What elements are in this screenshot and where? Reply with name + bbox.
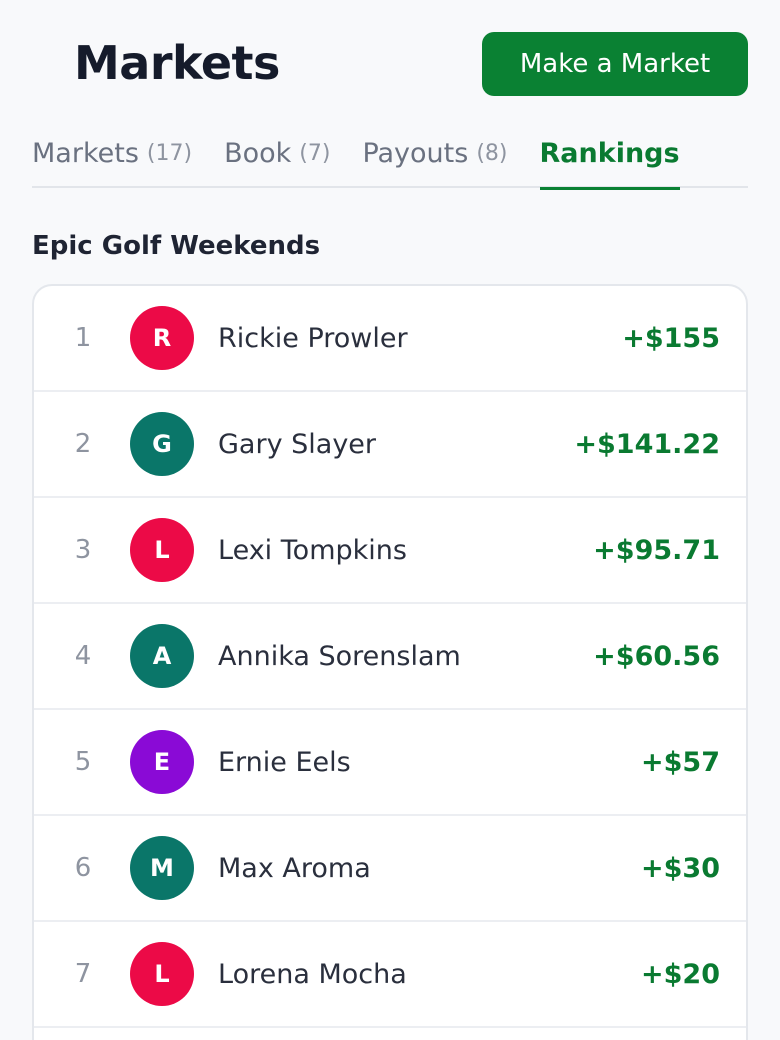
- make-market-button[interactable]: Make a Market: [482, 32, 748, 96]
- payout-amount: +$141.22: [574, 428, 720, 460]
- rank-number: 4: [74, 641, 92, 671]
- page-header: Markets Make a Market: [0, 0, 780, 120]
- ranking-row[interactable]: 3 L Lexi Tompkins +$95.71: [34, 498, 746, 604]
- tab-count: (17): [146, 140, 193, 166]
- rank-number: 1: [74, 323, 92, 353]
- tab-book[interactable]: Book (7): [224, 118, 330, 188]
- avatar: E: [130, 730, 194, 794]
- tab-label: Payouts: [362, 137, 469, 169]
- tab-bar: Markets (17) Book (7) Payouts (8) Rankin…: [32, 118, 748, 190]
- tab-count: (8): [476, 140, 508, 166]
- ranking-row[interactable]: 7 L Lorena Mocha +$20: [34, 922, 746, 1028]
- page-title: Markets: [74, 36, 280, 90]
- avatar: M: [130, 836, 194, 900]
- avatar: R: [130, 306, 194, 370]
- tab-label: Book: [224, 137, 292, 169]
- player-name: Lorena Mocha: [218, 958, 407, 990]
- player-name: Max Aroma: [218, 852, 371, 884]
- payout-amount: +$57: [641, 746, 720, 778]
- markets-page: Markets Make a Market Markets (17) Book …: [0, 0, 780, 1040]
- rank-number: 5: [74, 747, 92, 777]
- rank-number: 6: [74, 853, 92, 883]
- rankings-list: 1 R Rickie Prowler +$155 2 G Gary Slayer…: [32, 284, 748, 1040]
- player-name: Rickie Prowler: [218, 322, 408, 354]
- ranking-row[interactable]: 1 R Rickie Prowler +$155: [34, 286, 746, 392]
- payout-amount: +$60.56: [593, 640, 720, 672]
- player-name: Ernie Eels: [218, 746, 351, 778]
- avatar: L: [130, 518, 194, 582]
- rank-number: 7: [74, 959, 92, 989]
- payout-amount: +$30: [641, 852, 720, 884]
- player-name: Lexi Tompkins: [218, 534, 407, 566]
- player-name: Annika Sorenslam: [218, 640, 461, 672]
- tab-markets[interactable]: Markets (17): [32, 118, 192, 188]
- payout-amount: +$20: [641, 958, 720, 990]
- avatar: G: [130, 412, 194, 476]
- tab-count: (7): [299, 140, 331, 166]
- tab-label: Rankings: [539, 137, 680, 169]
- tab-label: Markets: [32, 137, 139, 169]
- avatar: A: [130, 624, 194, 688]
- rank-number: 3: [74, 535, 92, 565]
- tab-rankings[interactable]: Rankings: [539, 118, 680, 190]
- rank-number: 2: [74, 429, 92, 459]
- section-title: Epic Golf Weekends: [32, 231, 321, 261]
- player-name: Gary Slayer: [218, 428, 377, 460]
- payout-amount: +$155: [622, 322, 720, 354]
- ranking-row[interactable]: 2 G Gary Slayer +$141.22: [34, 392, 746, 498]
- tab-payouts[interactable]: Payouts (8): [362, 118, 507, 188]
- payout-amount: +$95.71: [593, 534, 720, 566]
- avatar: L: [130, 942, 194, 1006]
- ranking-row[interactable]: 5 E Ernie Eels +$57: [34, 710, 746, 816]
- ranking-row[interactable]: 4 A Annika Sorenslam +$60.56: [34, 604, 746, 710]
- ranking-row[interactable]: 6 M Max Aroma +$30: [34, 816, 746, 922]
